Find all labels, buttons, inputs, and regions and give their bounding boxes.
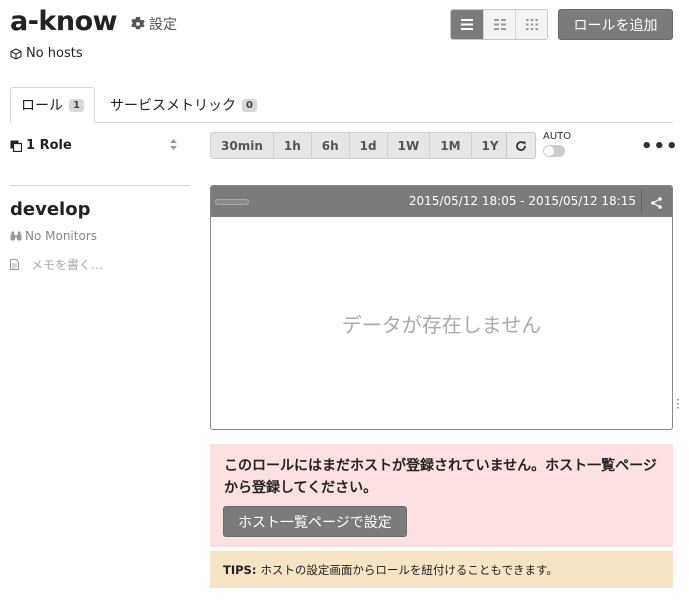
cube-icon xyxy=(10,47,22,60)
auto-refresh-toggle[interactable] xyxy=(543,145,565,157)
graph-zoom-slider[interactable] xyxy=(215,199,249,205)
tips-box: TIPS: ホストの設定画面からロールを紐付けることもできます。 xyxy=(210,551,673,588)
range-1h-button[interactable]: 1h xyxy=(272,133,311,158)
host-list-settings-button[interactable]: ホスト一覧ページで設定 xyxy=(223,506,407,537)
graph-header: 2015/05/12 18:05 - 2015/05/12 18:15 xyxy=(211,186,672,217)
refresh-icon xyxy=(516,140,526,151)
memo-icon xyxy=(10,259,19,270)
range-1w-button[interactable]: 1W xyxy=(386,133,430,158)
graph-empty-message: データが存在しません xyxy=(341,313,542,337)
binoculars-icon xyxy=(10,231,22,241)
range-1m-button[interactable]: 1M xyxy=(429,133,471,158)
tips-label: TIPS: xyxy=(223,562,257,577)
settings-link[interactable]: 設定 xyxy=(131,14,177,34)
sort-icon[interactable] xyxy=(170,139,177,153)
range-1y-button[interactable]: 1Y xyxy=(470,133,509,158)
card-view-icon[interactable] xyxy=(483,10,515,39)
grid-view-icon[interactable] xyxy=(515,10,547,39)
memo-field[interactable]: メモを書く… xyxy=(10,256,103,273)
graph-header-divider xyxy=(641,190,642,213)
share-icon[interactable] xyxy=(651,194,662,213)
no-hosts-alert: このロールにはまだホストが登録されていません。ホスト一覧ページから登録してくださ… xyxy=(210,444,673,547)
settings-label: 設定 xyxy=(149,17,177,33)
view-mode-switcher xyxy=(450,9,548,40)
add-role-button[interactable]: ロールを追加 xyxy=(558,9,673,40)
monitors-text: No Monitors xyxy=(25,229,97,243)
role-count-header: 1 Role xyxy=(10,138,72,153)
tab-service-metrics[interactable]: サービスメトリック 0 xyxy=(104,87,263,123)
tab-roles[interactable]: ロール 1 xyxy=(10,87,95,123)
graph-period: 2015/05/12 18:05 - 2015/05/12 18:15 xyxy=(408,194,636,208)
more-options-button[interactable]: ••• xyxy=(641,136,679,157)
service-title: a-know xyxy=(10,6,118,37)
range-30min-button[interactable]: 30min xyxy=(211,133,273,158)
refresh-button[interactable] xyxy=(506,132,536,159)
tab-roles-label: ロール xyxy=(21,98,64,114)
role-count-text: 1 Role xyxy=(26,138,72,153)
sidebar-divider xyxy=(10,185,190,186)
tab-service-metrics-count: 0 xyxy=(242,98,257,112)
alert-message: このロールにはまだホストが登録されていません。ホスト一覧ページから登録してくださ… xyxy=(224,458,657,496)
roles-icon xyxy=(10,140,22,152)
resize-handle-icon[interactable]: · · · xyxy=(676,394,680,414)
list-view-icon[interactable] xyxy=(451,10,483,39)
memo-placeholder: メモを書く… xyxy=(31,258,104,272)
gear-icon xyxy=(131,17,145,30)
auto-refresh-label: AUTO xyxy=(543,131,572,142)
graph-panel: 2015/05/12 18:05 - 2015/05/12 18:15 データが… xyxy=(210,185,673,430)
tab-service-metrics-label: サービスメトリック xyxy=(110,98,236,114)
tab-roles-count: 1 xyxy=(69,98,84,112)
role-name[interactable]: develop xyxy=(10,199,90,220)
hosts-summary: No hosts xyxy=(10,46,83,61)
monitors-summary: No Monitors xyxy=(10,229,97,243)
hosts-text: No hosts xyxy=(26,46,83,61)
time-range-selector: 30min 1h 6h 1d 1W 1M 1Y xyxy=(210,132,510,159)
range-1d-button[interactable]: 1d xyxy=(348,133,387,158)
tips-text: ホストの設定画面からロールを紐付けることもできます。 xyxy=(260,562,558,577)
range-6h-button[interactable]: 6h xyxy=(310,133,349,158)
